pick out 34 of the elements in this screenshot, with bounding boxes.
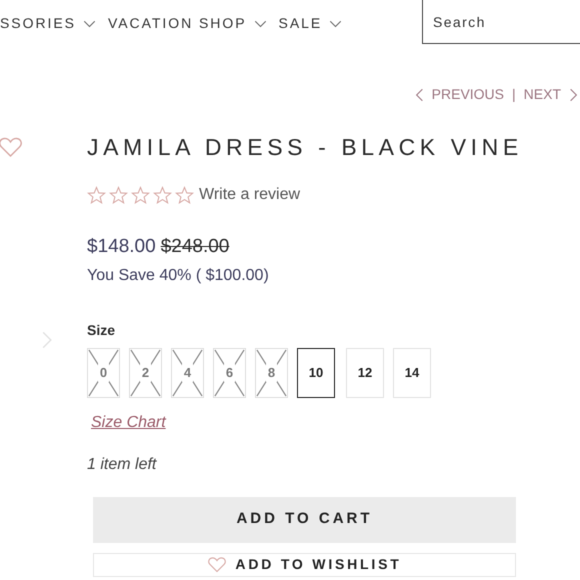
star-icon[interactable]: [87, 186, 106, 204]
next-link[interactable]: NEXT: [524, 84, 578, 105]
size-label: Size: [87, 320, 116, 340]
review-link[interactable]: Write a review: [199, 183, 300, 207]
heart-icon[interactable]: [207, 556, 228, 573]
size-option[interactable]: 12: [346, 348, 384, 398]
sale-price: $148.00: [87, 235, 156, 259]
star-icon[interactable]: [153, 186, 172, 204]
nav-link[interactable]: SSORIES: [0, 13, 96, 34]
original-price: $248.00: [160, 235, 230, 259]
add-to-cart-button[interactable]: ADD TO CART: [93, 496, 516, 542]
size-option[interactable]: 10: [297, 348, 335, 398]
size-chart-link[interactable]: Size Chart: [91, 410, 166, 434]
add-to-wishlist-button[interactable]: ADD TO WISHLIST: [93, 552, 516, 576]
pager-separator: |: [512, 85, 516, 104]
search-field[interactable]: Search: [422, 0, 580, 44]
star-rating[interactable]: [87, 186, 194, 204]
nav-link[interactable]: VACATION SHOP: [108, 13, 267, 34]
nav-link[interactable]: SALE: [278, 13, 342, 34]
product-title: JAMILA DRESS - BLACK VINE: [87, 133, 523, 161]
star-icon[interactable]: [131, 186, 150, 204]
size-option[interactable]: 14: [393, 348, 431, 398]
chevron-left-icon: [414, 88, 424, 102]
heart-icon[interactable]: [0, 136, 23, 158]
savings-text: You Save 40% ( $100.00): [87, 266, 270, 286]
star-icon[interactable]: [175, 186, 194, 204]
previous-link[interactable]: PREVIOUS: [414, 84, 504, 105]
chevron-down-icon: [329, 19, 342, 28]
stock-text: 1 item left: [87, 454, 158, 474]
star-icon[interactable]: [109, 186, 128, 204]
unavailable-cross-icon: [88, 348, 119, 396]
chevron-down-icon: [254, 19, 267, 28]
chevron-right-icon: [569, 88, 578, 102]
chevron-down-icon: [82, 19, 96, 28]
